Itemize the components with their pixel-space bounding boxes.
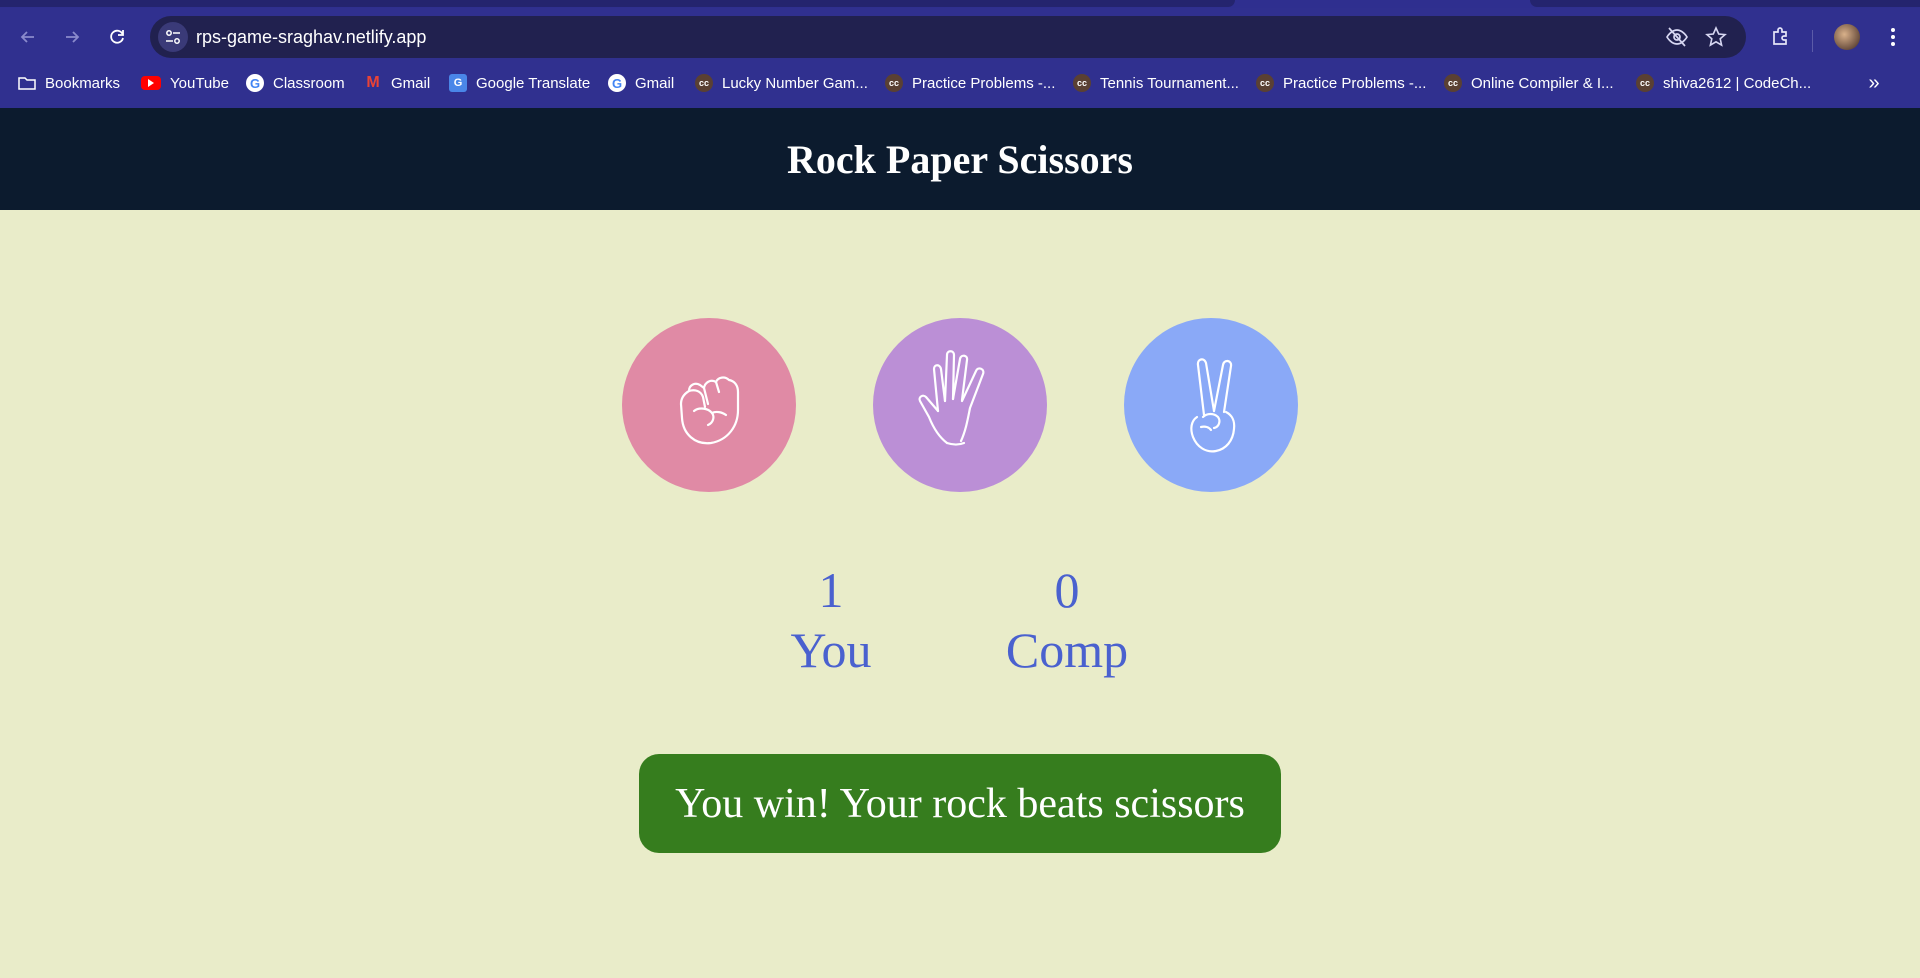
codechef-icon: cc (885, 74, 903, 92)
codechef-icon: cc (1444, 74, 1462, 92)
site-info-button[interactable] (158, 22, 188, 52)
google-icon: G (608, 74, 626, 92)
eye-off-icon (1666, 27, 1688, 47)
bookmark-label: Gmail (635, 74, 675, 92)
bookmarks-bar: Bookmarks YouTube G Classroom M Gmail G … (0, 58, 1920, 108)
tab-strip (0, 0, 1920, 8)
youtube-icon (141, 76, 161, 90)
bookmark-label: Practice Problems -... (912, 74, 1056, 92)
google-icon: G (246, 74, 264, 92)
google-translate-icon: G (449, 74, 467, 92)
tune-icon (166, 30, 180, 44)
folder-icon (18, 74, 36, 92)
reload-icon (110, 29, 124, 44)
user-score-value: 1 (818, 562, 844, 618)
bookmark-item[interactable]: cc Online Compiler & I... (1444, 70, 1614, 96)
more-vertical-icon (1891, 28, 1895, 46)
bookmark-label: Classroom (273, 74, 345, 92)
result-message: You win! Your rock beats scissors (639, 754, 1281, 853)
back-button[interactable] (12, 21, 44, 53)
score-you: 1 You (731, 560, 931, 680)
bookmark-label: Bookmarks (45, 74, 121, 92)
arrow-right-icon (66, 31, 80, 43)
eye-off-button[interactable] (1665, 26, 1689, 48)
bookmark-item[interactable]: cc Practice Problems -... (1256, 70, 1426, 96)
scissors-choice-button[interactable] (1124, 318, 1298, 492)
bookmark-item[interactable]: cc Lucky Number Gam... (695, 70, 868, 96)
bookmark-label: Lucky Number Gam... (722, 74, 868, 92)
bookmark-item[interactable]: G Gmail (608, 70, 674, 96)
open-hand-icon (918, 350, 985, 446)
more-bookmarks-chevron-icon[interactable]: » (1862, 72, 1886, 96)
rock-choice-button[interactable] (622, 318, 796, 492)
bookmark-item[interactable]: Bookmarks (18, 70, 120, 96)
bookmark-label: shiva2612 | CodeCh... (1663, 74, 1812, 92)
tab-strip-left (0, 0, 1235, 7)
bookmark-item[interactable]: cc Tennis Tournament... (1073, 70, 1239, 96)
bookmark-item[interactable]: G Classroom (246, 70, 345, 96)
bookmark-label: YouTube (170, 74, 229, 92)
arrow-left-icon (20, 31, 34, 43)
browser-toolbar: rps-game-sraghav.netlify.app (0, 8, 1920, 58)
address-bar[interactable]: rps-game-sraghav.netlify.app (150, 16, 1746, 58)
menu-button[interactable] (1878, 22, 1908, 52)
page-header: Rock Paper Scissors (0, 108, 1920, 210)
bookmark-label: Google Translate (476, 74, 591, 92)
peace-hand-icon (1190, 358, 1236, 453)
bookmark-item[interactable]: cc shiva2612 | CodeCh... (1636, 70, 1811, 96)
extensions-button[interactable] (1766, 22, 1796, 52)
gmail-icon: M (366, 74, 380, 91)
bookmark-label: Practice Problems -... (1283, 74, 1427, 92)
profile-avatar[interactable] (1834, 24, 1860, 50)
page-title: Rock Paper Scissors (787, 136, 1133, 182)
forward-button[interactable] (56, 21, 88, 53)
fist-icon (679, 376, 740, 445)
toolbar-divider (1812, 30, 1813, 52)
bookmark-item[interactable]: M Gmail (364, 70, 430, 96)
comp-score-value: 0 (1054, 562, 1080, 618)
reload-button[interactable] (101, 21, 133, 53)
bookmark-star-button[interactable] (1705, 26, 1729, 48)
bookmark-item[interactable]: YouTube (141, 70, 229, 96)
comp-score-label: Comp (1005, 622, 1129, 678)
puzzle-icon (1773, 27, 1787, 45)
url-text[interactable]: rps-game-sraghav.netlify.app (196, 27, 426, 48)
score-comp: 0 Comp (967, 560, 1167, 680)
codechef-icon: cc (1073, 74, 1091, 92)
bookmark-label: Online Compiler & I... (1471, 74, 1614, 92)
paper-choice-button[interactable] (873, 318, 1047, 492)
star-icon (1705, 26, 1727, 47)
codechef-icon: cc (695, 74, 713, 92)
bookmark-label: Tennis Tournament... (1100, 74, 1239, 92)
user-score-label: You (790, 622, 872, 678)
codechef-icon: cc (1256, 74, 1274, 92)
codechef-icon: cc (1636, 74, 1654, 92)
bookmark-item[interactable]: cc Practice Problems -... (885, 70, 1055, 96)
bookmark-label: Gmail (391, 74, 431, 92)
bookmark-item[interactable]: G Google Translate (449, 70, 590, 96)
tab-strip-right (1530, 0, 1920, 7)
